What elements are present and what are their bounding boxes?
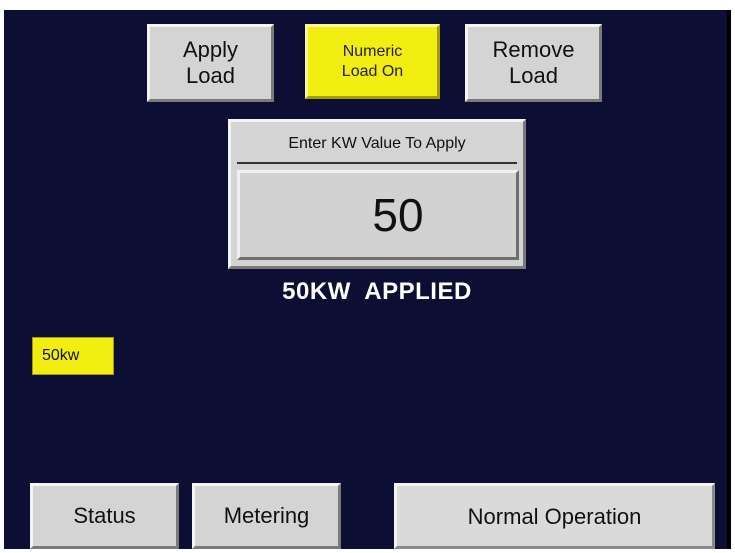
numeric-load-on-label-line1: Numeric xyxy=(342,43,403,61)
numeric-load-on-button[interactable]: Numeric Load On xyxy=(305,24,440,99)
hmi-screen: Apply Load Numeric Load On Remove Load E… xyxy=(4,10,731,549)
apply-load-label-line1: Apply xyxy=(182,36,239,62)
metering-button[interactable]: Metering xyxy=(192,483,341,549)
apply-load-label-line2: Load xyxy=(186,63,235,88)
remove-load-button[interactable]: Remove Load xyxy=(465,24,602,102)
status-button-label: Status xyxy=(73,502,136,528)
kw-entry-panel: Enter KW Value To Apply 50 xyxy=(228,119,526,269)
remove-load-label-line1: Remove xyxy=(492,36,575,62)
kw-value-input[interactable]: 50 xyxy=(237,170,519,260)
metering-button-label: Metering xyxy=(223,502,310,528)
operation-status-display: Normal Operation xyxy=(394,483,715,549)
remove-load-label-line2: Load xyxy=(509,63,558,88)
apply-load-button[interactable]: Apply Load xyxy=(147,24,274,102)
status-button[interactable]: Status xyxy=(30,483,179,549)
load-indicator-badge: 50kw xyxy=(32,337,114,375)
numeric-load-on-label-line2: Load On xyxy=(341,62,404,80)
applied-status-message: 50KW APPLIED xyxy=(282,278,472,305)
kw-entry-label: Enter KW Value To Apply xyxy=(237,128,517,164)
